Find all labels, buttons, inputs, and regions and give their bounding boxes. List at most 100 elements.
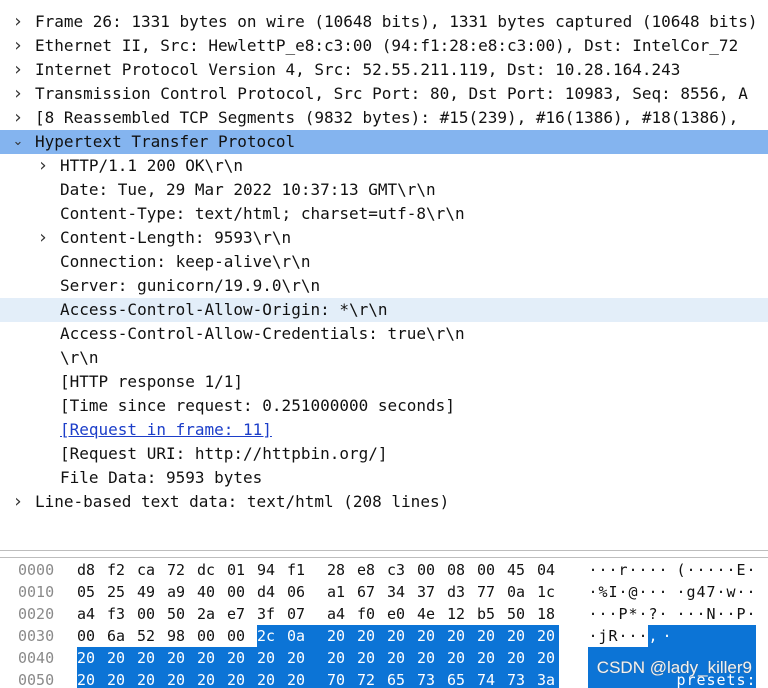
ascii-char[interactable]: · bbox=[628, 559, 638, 581]
hex-byte[interactable]: a4 bbox=[327, 603, 349, 625]
ascii-char[interactable]: ( bbox=[676, 559, 686, 581]
hex-byte[interactable]: f3 bbox=[107, 603, 129, 625]
hex-byte[interactable]: 07 bbox=[287, 603, 309, 625]
hex-byte[interactable]: 00 bbox=[197, 625, 219, 647]
expand-arrow-icon[interactable]: › bbox=[12, 10, 24, 34]
hex-byte[interactable]: 20 bbox=[327, 647, 357, 669]
tree-row[interactable]: › Transmission Control Protocol, Src Port… bbox=[0, 82, 768, 106]
hex-byte[interactable]: 20 bbox=[537, 625, 559, 647]
ascii-char[interactable]: · bbox=[696, 559, 706, 581]
hex-byte[interactable]: 2a bbox=[197, 603, 219, 625]
ascii-char[interactable]: · bbox=[716, 603, 726, 625]
tree-row[interactable]: › HTTP/1.1 200 OK\r\n bbox=[0, 154, 768, 178]
tree-row[interactable]: Content-Type: text/html; charset=utf-8\r… bbox=[0, 202, 768, 226]
hex-byte[interactable]: 72 bbox=[167, 559, 189, 581]
hex-byte[interactable]: 6a bbox=[107, 625, 129, 647]
ascii-char[interactable] bbox=[706, 625, 716, 647]
hex-row[interactable]: 0000 d8 f2 ca 72 dc 01 94 f1 28 e8 c3 00 08 00 45 04 · · · r… bbox=[0, 559, 768, 581]
tree-row[interactable]: Server: gunicorn/19.9.0\r\n bbox=[0, 274, 768, 298]
hex-byte[interactable]: 94 bbox=[257, 559, 279, 581]
hex-byte[interactable]: ca bbox=[137, 559, 159, 581]
hex-byte[interactable]: d4 bbox=[257, 581, 279, 603]
ascii-char[interactable]: · bbox=[676, 581, 686, 603]
ascii-char[interactable]: · bbox=[746, 559, 756, 581]
tree-row[interactable]: › Frame 26: 1331 bytes on wire (10648 bit… bbox=[0, 10, 768, 34]
ascii-char[interactable]: · bbox=[588, 625, 598, 647]
ascii-char[interactable]: N bbox=[706, 603, 716, 625]
hex-byte[interactable]: a1 bbox=[327, 581, 349, 603]
hex-byte[interactable]: 40 bbox=[197, 581, 219, 603]
tree-row[interactable]: › Internet Protocol Version 4, Src: 52.55… bbox=[0, 58, 768, 82]
tree-row[interactable]: [Request URI: http://httpbin.org/] bbox=[0, 442, 768, 466]
hex-byte[interactable]: 20 bbox=[357, 625, 387, 647]
hex-byte[interactable]: 20 bbox=[227, 647, 257, 669]
hex-byte[interactable]: 28 bbox=[327, 559, 349, 581]
ascii-char[interactable]: j bbox=[598, 625, 608, 647]
hex-byte[interactable]: 4e bbox=[417, 603, 439, 625]
ascii-char[interactable]: @ bbox=[628, 581, 638, 603]
tree-row[interactable]: File Data: 9593 bytes bbox=[0, 466, 768, 490]
hex-byte[interactable]: 20 bbox=[107, 647, 137, 669]
ascii-char[interactable]: · bbox=[588, 581, 598, 603]
ascii-char[interactable] bbox=[686, 625, 696, 647]
hex-byte[interactable]: 67 bbox=[357, 581, 379, 603]
ascii-char[interactable]: · bbox=[638, 581, 648, 603]
ascii-char[interactable]: · bbox=[658, 625, 676, 647]
hex-byte[interactable]: 20 bbox=[227, 669, 257, 688]
hex-byte[interactable]: 20 bbox=[107, 669, 137, 688]
tree-row[interactable]: [HTTP response 1/1] bbox=[0, 370, 768, 394]
hex-byte[interactable]: 0a bbox=[507, 581, 529, 603]
hex-byte[interactable]: 34 bbox=[387, 581, 409, 603]
hex-byte[interactable]: 72 bbox=[357, 669, 387, 688]
ascii-char[interactable]: 4 bbox=[696, 581, 706, 603]
hex-byte[interactable]: 20 bbox=[477, 625, 507, 647]
tree-row[interactable]: \r\n bbox=[0, 346, 768, 370]
hex-byte[interactable]: 73 bbox=[507, 669, 537, 688]
hex-byte[interactable]: 25 bbox=[107, 581, 129, 603]
hex-byte[interactable]: 70 bbox=[327, 669, 357, 688]
ascii-char[interactable]: · bbox=[658, 559, 668, 581]
tree-row[interactable]: [Request in frame: 11] bbox=[0, 418, 768, 442]
hex-byte[interactable]: 0a bbox=[287, 625, 327, 647]
expand-arrow-icon[interactable]: › bbox=[12, 106, 24, 130]
ascii-char[interactable]: g bbox=[686, 581, 696, 603]
hex-byte[interactable]: 05 bbox=[77, 581, 99, 603]
hex-byte[interactable]: 3f bbox=[257, 603, 279, 625]
hex-byte[interactable]: 2c bbox=[257, 625, 287, 647]
hex-byte[interactable]: 98 bbox=[167, 625, 189, 647]
hex-byte[interactable]: 20 bbox=[287, 669, 327, 688]
hex-byte[interactable]: 20 bbox=[417, 625, 447, 647]
ascii-char[interactable]: · bbox=[598, 559, 608, 581]
hex-byte[interactable]: 1c bbox=[537, 581, 559, 603]
tree-row[interactable]: › Ethernet II, Src: HewlettP_e8:c3:00 (94… bbox=[0, 34, 768, 58]
ascii-char[interactable] bbox=[746, 625, 756, 647]
packet-details-pane[interactable]: › Frame 26: 1331 bytes on wire (10648 bit… bbox=[0, 0, 768, 551]
ascii-char[interactable]: · bbox=[638, 625, 648, 647]
ascii-char[interactable]: · bbox=[648, 559, 658, 581]
tree-row[interactable]: Date: Tue, 29 Mar 2022 10:37:13 GMT\r\n bbox=[0, 178, 768, 202]
hex-byte[interactable]: 3a bbox=[537, 669, 559, 688]
ascii-char[interactable]: · bbox=[588, 603, 598, 625]
hex-byte[interactable]: 20 bbox=[507, 625, 537, 647]
hex-byte[interactable]: 73 bbox=[417, 669, 447, 688]
hex-byte[interactable]: 04 bbox=[537, 559, 559, 581]
hex-byte[interactable]: 20 bbox=[327, 625, 357, 647]
hex-byte[interactable]: 00 bbox=[77, 625, 99, 647]
ascii-char[interactable]: · bbox=[638, 603, 648, 625]
hex-byte[interactable]: a9 bbox=[167, 581, 189, 603]
hex-byte[interactable]: 20 bbox=[387, 647, 417, 669]
hex-byte[interactable]: e7 bbox=[227, 603, 249, 625]
ascii-char[interactable]: · bbox=[648, 581, 658, 603]
ascii-char[interactable]: · bbox=[588, 559, 598, 581]
hex-row[interactable]: 0030 00 6a 52 98 00 00 2c 0a 20 20 20 20 20 20 20 20 · j R ·… bbox=[0, 625, 768, 647]
ascii-char[interactable] bbox=[726, 625, 736, 647]
hex-byte[interactable]: 08 bbox=[447, 559, 469, 581]
ascii-char[interactable] bbox=[696, 625, 706, 647]
hex-byte[interactable]: b5 bbox=[477, 603, 499, 625]
ascii-char[interactable]: · bbox=[706, 559, 716, 581]
ascii-char[interactable]: · bbox=[686, 559, 696, 581]
hex-byte[interactable]: d8 bbox=[77, 559, 99, 581]
ascii-char[interactable]: I bbox=[608, 581, 618, 603]
expand-arrow-icon[interactable]: › bbox=[37, 154, 49, 178]
hex-byte[interactable]: f0 bbox=[357, 603, 379, 625]
